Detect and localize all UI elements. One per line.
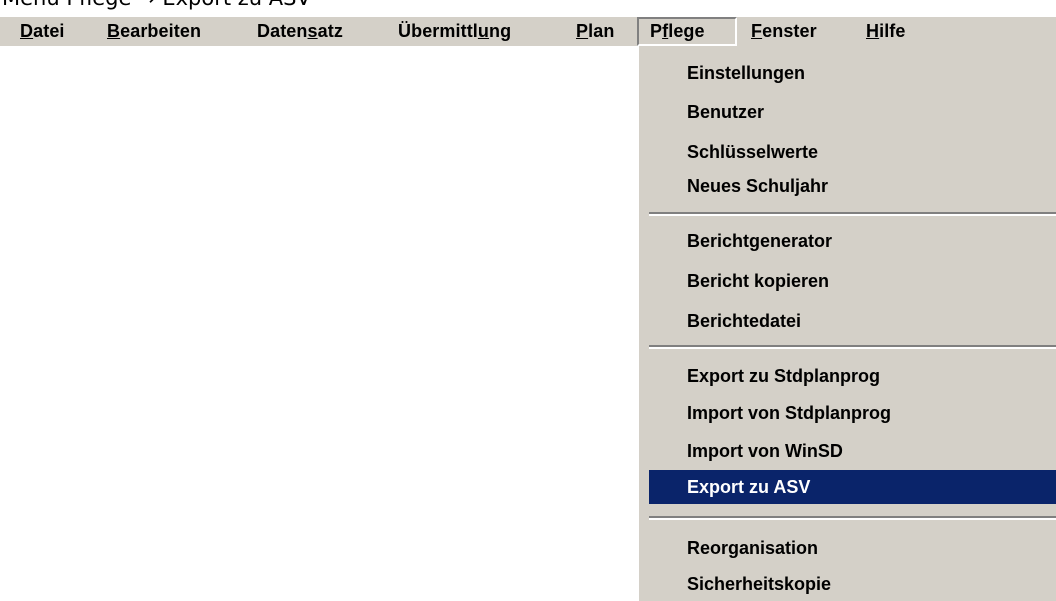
menu-uebermittlung[interactable]: Übermittlung <box>398 17 511 46</box>
pflege-dropdown-menu: Einstellungen Benutzer Schlüsselwerte Ne… <box>637 46 1056 601</box>
menu-separator <box>649 212 1056 216</box>
menu-bearbeiten[interactable]: Bearbeiten <box>107 17 201 46</box>
menu-datensatz[interactable]: Datensatz <box>257 17 343 46</box>
menu-datei[interactable]: Datei <box>20 17 65 46</box>
menu-item-schluesselwerte[interactable]: Schlüsselwerte <box>649 135 1056 169</box>
menu-item-neues-schuljahr[interactable]: Neues Schuljahr <box>649 169 1056 203</box>
menu-item-import-stdplanprog[interactable]: Import von Stdplanprog <box>649 396 1056 430</box>
menu-bar: Datei Bearbeiten Datensatz Übermittlung … <box>0 17 1056 46</box>
menu-item-import-winsd[interactable]: Import von WinSD <box>649 434 1056 468</box>
menu-pflege[interactable]: Pflege <box>637 17 737 46</box>
menu-item-sicherheitskopie[interactable]: Sicherheitskopie <box>649 567 1056 601</box>
menu-item-reorganisation[interactable]: Reorganisation <box>649 531 1056 565</box>
menu-item-einstellungen[interactable]: Einstellungen <box>649 56 1056 90</box>
menu-item-export-stdplanprog[interactable]: Export zu Stdplanprog <box>649 359 1056 393</box>
menu-item-bericht-kopieren[interactable]: Bericht kopieren <box>649 264 1056 298</box>
menu-item-export-asv[interactable]: Export zu ASV <box>649 470 1056 504</box>
menu-hilfe[interactable]: Hilfe <box>866 17 906 46</box>
menu-item-berichtedatei[interactable]: Berichtedatei <box>649 304 1056 338</box>
menu-separator <box>649 516 1056 520</box>
menu-plan[interactable]: Plan <box>576 17 614 46</box>
menu-fenster[interactable]: Fenster <box>751 17 817 46</box>
menu-item-berichtgenerator[interactable]: Berichtgenerator <box>649 224 1056 258</box>
caption-text: Menü Pflege → Export zu ASV <box>2 0 311 10</box>
menu-item-benutzer[interactable]: Benutzer <box>649 95 1056 129</box>
menu-separator <box>649 345 1056 349</box>
